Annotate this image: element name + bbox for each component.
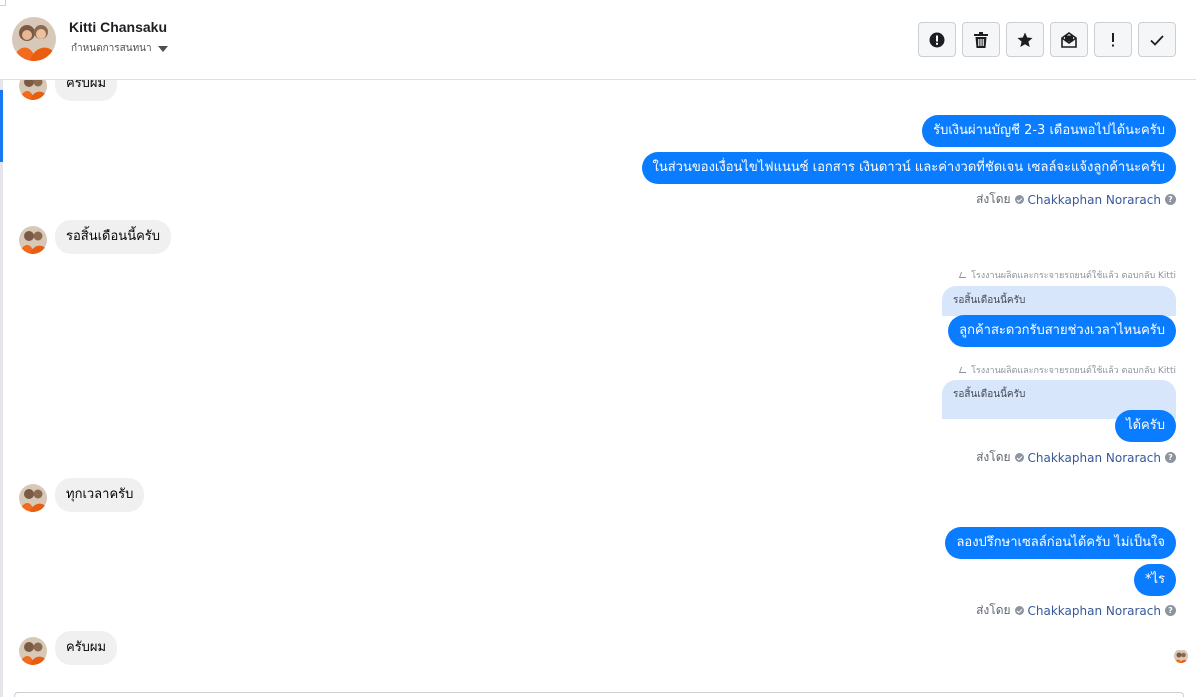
help-icon[interactable]: ? — [1165, 452, 1176, 463]
mark-unread-button[interactable] — [1050, 22, 1088, 57]
exclamation-icon — [1112, 32, 1114, 46]
sent-by-label: ส่งโดย — [976, 603, 1011, 617]
reply-context: โรงงานผลิตและกระจายรถยนต์ใช้แล้ว ตอบกลับ… — [958, 363, 1176, 377]
conversation-toolbar — [918, 22, 1176, 57]
contact-name[interactable]: Kitti Chansaku — [69, 19, 167, 35]
conversation-view: Kitti Chansaku กำหนดการสนทนา ครับผม รับเ… — [0, 0, 1196, 697]
quoted-message[interactable]: รอสิ้นเดือนนี้ครับ — [942, 286, 1176, 316]
reply-context: โรงงานผลิตและกระจายรถยนต์ใช้แล้ว ตอบกลับ… — [958, 268, 1176, 282]
assign-conversation-dropdown[interactable]: กำหนดการสนทนา — [71, 41, 168, 56]
outgoing-message[interactable]: *ไร — [1133, 564, 1176, 596]
sent-by-line: ส่งโดย Chakkaphan Norarach ? — [976, 601, 1176, 620]
outgoing-message[interactable]: ลองปรึกษาเซลล์ก่อนได้ครับ ไม่เป็นใจ — [945, 527, 1176, 559]
help-icon[interactable]: ? — [1165, 605, 1176, 616]
composer-box[interactable] — [14, 692, 1184, 697]
check-icon — [1150, 34, 1164, 46]
contact-avatar-small — [19, 637, 47, 665]
sent-by-line: ส่งโดย Chakkaphan Norarach ? — [976, 448, 1176, 467]
agent-name-link[interactable]: Chakkaphan Norarach — [1028, 193, 1161, 207]
help-icon[interactable]: ? — [1165, 194, 1176, 205]
verified-icon — [1014, 606, 1024, 615]
verified-icon — [1014, 453, 1024, 462]
star-button[interactable] — [1006, 22, 1044, 57]
mark-done-button[interactable] — [1138, 22, 1176, 57]
conversation-header: Kitti Chansaku กำหนดการสนทนา — [0, 0, 1196, 80]
outgoing-message[interactable]: รับเงินผ่านบัญชี 2-3 เดือนพอไปได้นะครับ — [922, 115, 1176, 147]
contact-avatar-small — [19, 484, 47, 512]
trash-icon — [974, 31, 988, 48]
message-thread[interactable]: ครับผม รับเงินผ่านบัญชี 2-3 เดือนพอไปได้… — [0, 67, 1196, 697]
incoming-message[interactable]: ทุกเวลาครับ — [55, 478, 145, 512]
reply-context-text: โรงงานผลิตและกระจายรถยนต์ใช้แล้ว ตอบกลับ… — [971, 271, 1176, 281]
sent-by-line: ส่งโดย Chakkaphan Norarach ? — [976, 190, 1176, 209]
verified-icon — [1014, 195, 1024, 204]
agent-name-link[interactable]: Chakkaphan Norarach — [1028, 451, 1161, 465]
reply-context-text: โรงงานผลิตและกระจายรถยนต์ใช้แล้ว ตอบกลับ… — [971, 366, 1176, 376]
outgoing-message[interactable]: ลูกค้าสะดวกรับสายช่วงเวลาไหนครับ — [948, 315, 1176, 347]
contact-avatar[interactable] — [12, 17, 56, 61]
contact-avatar-small — [19, 226, 47, 254]
delete-button[interactable] — [962, 22, 1000, 57]
sent-by-label: ส่งโดย — [976, 192, 1011, 206]
reply-icon — [958, 367, 969, 373]
seen-receipt-avatar — [1174, 649, 1188, 663]
alert-circle-icon — [929, 32, 945, 47]
caret-down-icon — [157, 45, 168, 52]
envelope-icon — [1061, 31, 1077, 48]
spam-button[interactable] — [918, 22, 956, 57]
outgoing-message[interactable]: ได้ครับ — [1115, 410, 1176, 442]
reply-icon — [958, 272, 969, 278]
incoming-message[interactable]: ครับผม — [55, 631, 118, 665]
agent-name-link[interactable]: Chakkaphan Norarach — [1028, 604, 1161, 618]
assign-label: กำหนดการสนทนา — [71, 43, 152, 54]
incoming-message[interactable]: รอสิ้นเดือนนี้ครับ — [55, 220, 172, 254]
sent-by-label: ส่งโดย — [976, 450, 1011, 464]
corner-mark — [0, 0, 6, 6]
follow-up-button[interactable] — [1094, 22, 1132, 57]
outgoing-message[interactable]: ในส่วนของเงื่อนไขไฟแนนซ์ เอกสาร เงินดาวน… — [641, 152, 1176, 184]
star-icon — [1017, 32, 1033, 47]
